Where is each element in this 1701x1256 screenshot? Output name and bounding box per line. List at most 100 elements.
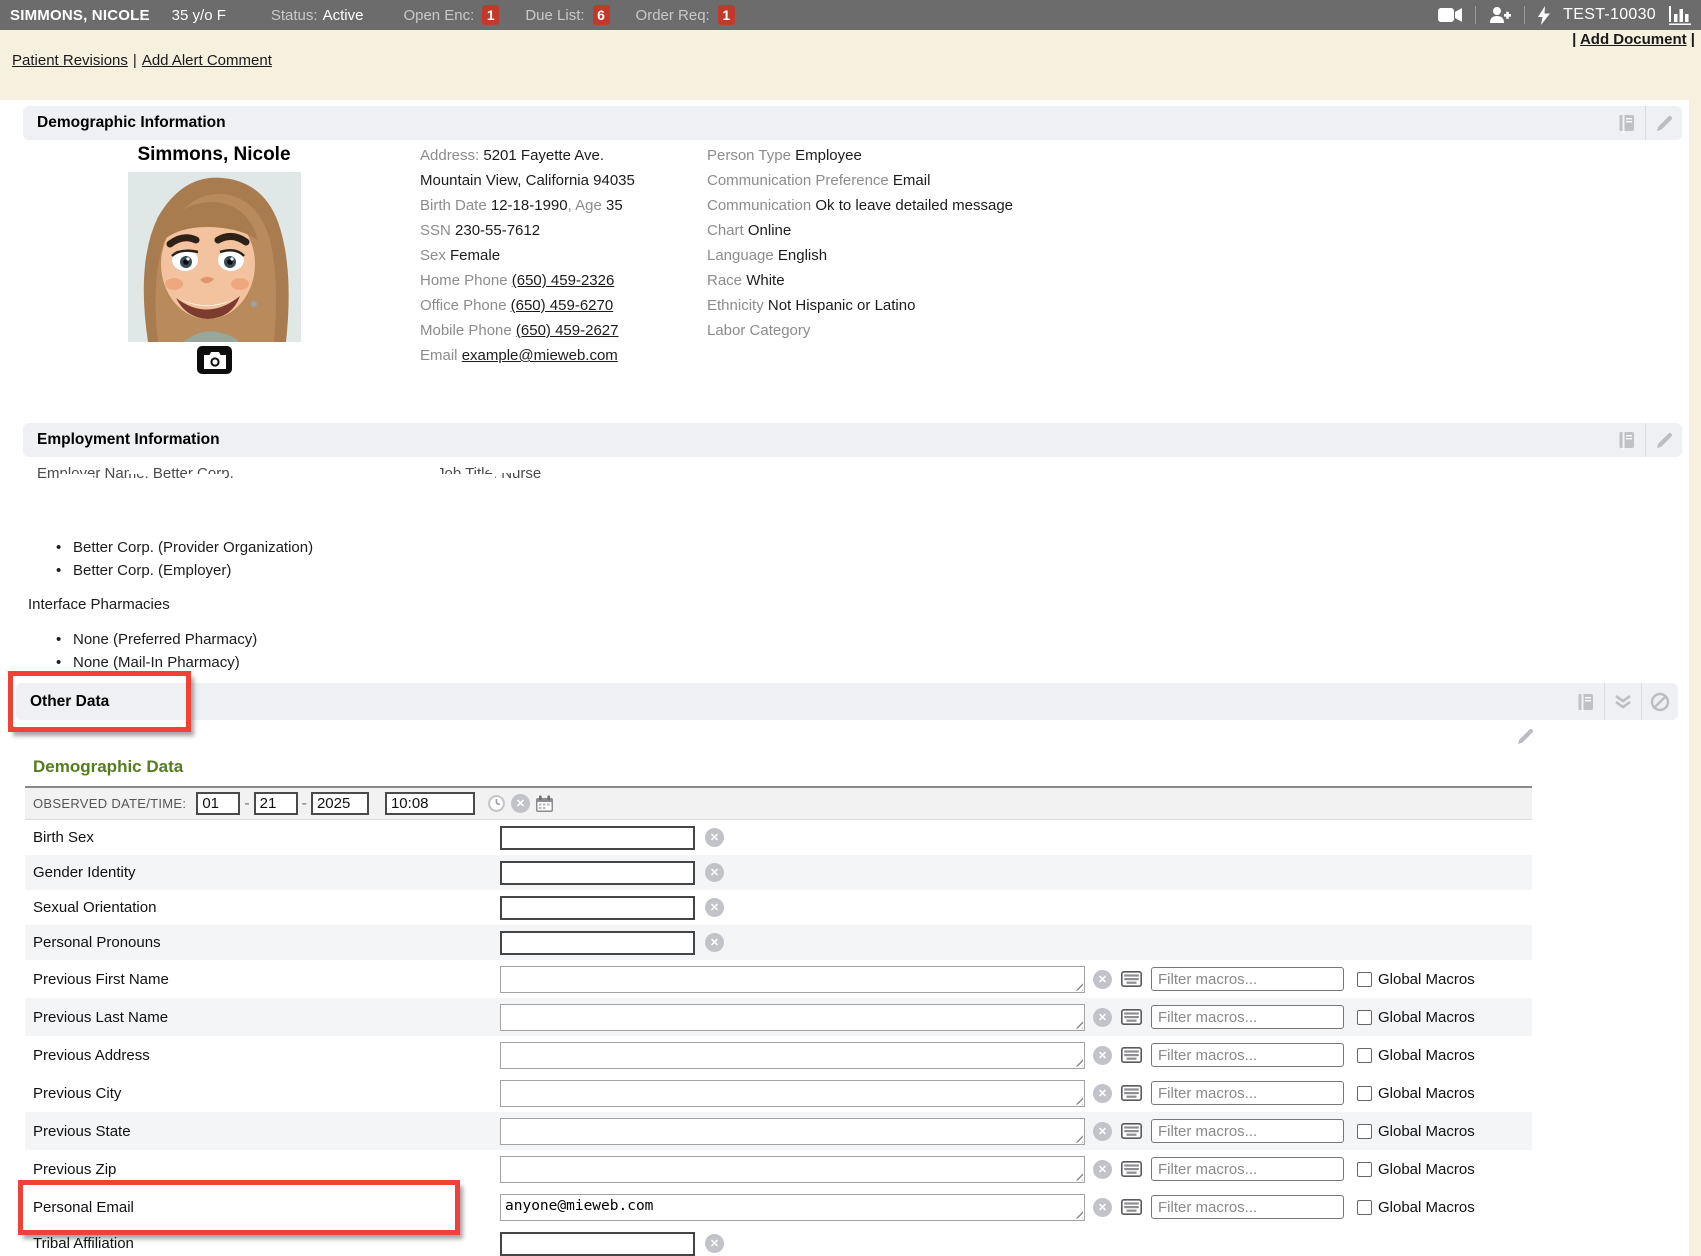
macro-filter-input[interactable] <box>1151 1157 1344 1181</box>
order-req-badge[interactable]: 1 <box>718 5 735 25</box>
video-camera-icon[interactable] <box>1438 7 1462 23</box>
clear-field-icon[interactable]: ✕ <box>705 828 724 847</box>
edit-pencil-icon[interactable] <box>1516 727 1535 746</box>
info-value: Email <box>893 172 931 189</box>
info-label: Address: <box>420 147 483 164</box>
field-textarea-personal-email[interactable]: anyone@mieweb.com <box>500 1194 1085 1221</box>
field-input-sexual-orientation[interactable] <box>500 896 695 920</box>
observed-year-input[interactable] <box>311 792 369 815</box>
edit-pencil-icon[interactable] <box>1646 423 1682 457</box>
macro-keyboard-icon[interactable] <box>1121 1199 1142 1215</box>
field-input-personal-pronouns[interactable] <box>500 931 695 955</box>
info-value: Ok to leave detailed message <box>815 197 1013 214</box>
macro-keyboard-icon[interactable] <box>1121 1161 1142 1177</box>
info-line: Address: 5201 Fayette Ave. <box>420 143 635 168</box>
prohibition-icon[interactable] <box>1642 683 1678 720</box>
info-value: 35 <box>606 197 623 214</box>
global-macros-checkbox[interactable] <box>1357 1124 1372 1139</box>
global-macros-checkbox[interactable] <box>1357 1086 1372 1101</box>
macro-keyboard-icon[interactable] <box>1121 1047 1142 1063</box>
person-add-icon[interactable] <box>1489 6 1511 24</box>
clear-field-icon[interactable]: ✕ <box>1093 1046 1112 1065</box>
textarea-wrap <box>500 1004 1085 1031</box>
observed-day-input[interactable] <box>254 792 298 815</box>
clear-field-icon[interactable]: ✕ <box>705 898 724 917</box>
global-macros-checkbox[interactable] <box>1357 1162 1372 1177</box>
info-label: Language <box>707 247 778 264</box>
macro-filter-input[interactable] <box>1151 1119 1344 1143</box>
textarea-wrap <box>500 1042 1085 1069</box>
edit-pencil-icon[interactable] <box>1646 106 1682 140</box>
macro-keyboard-icon[interactable] <box>1121 971 1142 987</box>
contact-link[interactable]: example@mieweb.com <box>462 347 618 364</box>
print-book-icon[interactable] <box>1609 106 1645 140</box>
field-textarea-previous-address[interactable] <box>500 1042 1085 1069</box>
macro-filter-input[interactable] <box>1151 1081 1344 1105</box>
update-photo-button[interactable] <box>197 346 232 374</box>
macro-keyboard-icon[interactable] <box>1121 1123 1142 1139</box>
lightning-icon[interactable] <box>1538 6 1550 25</box>
info-label: Birth Date <box>420 197 491 214</box>
contact-link[interactable]: (650) 459-2326 <box>512 272 615 289</box>
observed-time-input[interactable] <box>385 792 475 815</box>
clear-field-icon[interactable]: ✕ <box>705 933 724 952</box>
contact-link[interactable]: (650) 459-2627 <box>516 322 619 339</box>
add-document-link[interactable]: Add Document <box>1580 31 1687 48</box>
print-book-icon[interactable] <box>1609 423 1645 457</box>
field-input-gender-identity[interactable] <box>500 861 695 885</box>
macro-keyboard-icon[interactable] <box>1121 1009 1142 1025</box>
patient-revisions-link[interactable]: Patient Revisions <box>12 52 128 69</box>
calendar-icon[interactable] <box>535 795 554 813</box>
clear-field-icon[interactable]: ✕ <box>1093 970 1112 989</box>
field-textarea-previous-last-name[interactable] <box>500 1004 1085 1031</box>
global-macros-label: Global Macros <box>1378 1085 1475 1102</box>
clear-field-icon[interactable]: ✕ <box>1093 1008 1112 1027</box>
macro-filter-input[interactable] <box>1151 1043 1344 1067</box>
clock-icon[interactable] <box>487 794 506 813</box>
global-macros-checkbox[interactable] <box>1357 1048 1372 1063</box>
macro-filter-input[interactable] <box>1151 967 1344 991</box>
global-macros-checkbox[interactable] <box>1357 1010 1372 1025</box>
observed-datetime-row: OBSERVED DATE/TIME: - - ✕ <box>25 788 1532 820</box>
chevron-double-down-icon[interactable] <box>1605 683 1641 720</box>
field-row-previous-city: Previous City✕Global Macros <box>25 1074 1532 1112</box>
clear-field-icon[interactable]: ✕ <box>705 1234 724 1253</box>
info-line: Chart Online <box>707 218 1013 243</box>
print-book-icon[interactable] <box>1568 683 1604 720</box>
contact-link[interactable]: (650) 459-6270 <box>511 297 614 314</box>
info-line: Communication Ok to leave detailed messa… <box>707 193 1013 218</box>
field-input-birth-sex[interactable] <box>500 826 695 850</box>
add-alert-comment-link[interactable]: Add Alert Comment <box>142 52 272 69</box>
clear-datetime-icon[interactable]: ✕ <box>511 794 530 813</box>
field-textarea-previous-zip[interactable] <box>500 1156 1085 1183</box>
info-value: 5201 Fayette Ave. <box>483 147 604 164</box>
open-enc-badge[interactable]: 1 <box>482 5 499 25</box>
global-macros-label: Global Macros <box>1378 971 1475 988</box>
field-input-tribal-affiliation[interactable] <box>500 1232 695 1256</box>
section-title: Demographic Information <box>23 114 226 132</box>
clear-field-icon[interactable]: ✕ <box>1093 1122 1112 1141</box>
info-line: Birth Date 12-18-1990, Age 35 <box>420 193 635 218</box>
demographic-data-heading: Demographic Data <box>33 757 183 777</box>
clear-field-icon[interactable]: ✕ <box>705 863 724 882</box>
add-document-line: | Add Document | <box>1572 31 1695 48</box>
clear-field-icon[interactable]: ✕ <box>1093 1084 1112 1103</box>
global-macros-checkbox[interactable] <box>1357 1200 1372 1215</box>
global-macros-label: Global Macros <box>1378 1123 1475 1140</box>
macro-filter-input[interactable] <box>1151 1195 1344 1219</box>
macro-filter-input[interactable] <box>1151 1005 1344 1029</box>
observed-month-input[interactable] <box>196 792 240 815</box>
other-data-header: Other Data <box>16 683 1678 720</box>
clear-field-icon[interactable]: ✕ <box>1093 1198 1112 1217</box>
global-macros-checkbox[interactable] <box>1357 972 1372 987</box>
info-label: Person Type <box>707 147 795 164</box>
info-label: Mobile Phone <box>420 322 516 339</box>
due-list-badge[interactable]: 6 <box>593 5 610 25</box>
field-textarea-previous-first-name[interactable] <box>500 966 1085 993</box>
macro-keyboard-icon[interactable] <box>1121 1085 1142 1101</box>
field-textarea-previous-state[interactable] <box>500 1118 1085 1145</box>
info-label: Home Phone <box>420 272 512 289</box>
clear-field-icon[interactable]: ✕ <box>1093 1160 1112 1179</box>
field-textarea-previous-city[interactable] <box>500 1080 1085 1107</box>
bar-chart-icon[interactable] <box>1669 6 1691 25</box>
